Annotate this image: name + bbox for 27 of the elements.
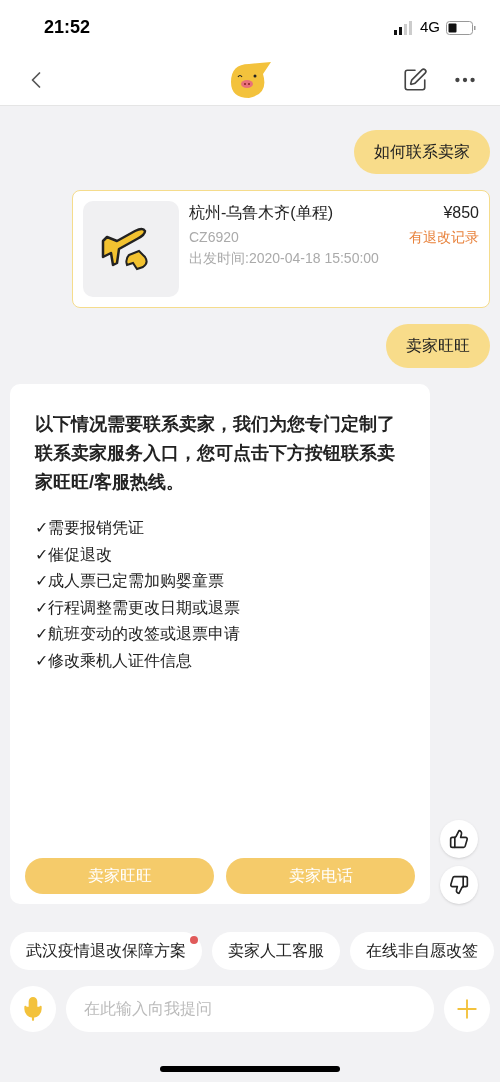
departure-time: 出发时间:2020-04-18 15:50:00 xyxy=(189,249,380,268)
flight-number: CZ6920 xyxy=(189,228,239,247)
question-input[interactable]: 在此输入向我提问 xyxy=(66,986,434,1032)
reason-item: ✓成人票已定需加购婴童票 xyxy=(35,571,225,591)
thumbs-down-icon[interactable] xyxy=(440,866,478,904)
pig-logo-icon xyxy=(229,60,273,100)
reply-text: 以下情况需要联系卖家，我们为您专门定制了联系卖家服务入口，您可点击下方按钮联系卖家旺旺/客服热线。 xyxy=(33,413,396,494)
message-bubble: 如何联系卖家 xyxy=(354,130,490,174)
network-label: 4G xyxy=(420,17,440,38)
quick-reply-chip[interactable]: 在线非自愿改签 xyxy=(350,932,494,970)
reason-item: ✓航班变动的改签或退票申请 xyxy=(35,624,241,644)
route-text: 杭州-乌鲁木齐(单程) xyxy=(189,203,333,223)
reason-item: ✓行程调整需更改日期或退票 xyxy=(35,597,241,618)
reason-item: ✓需要报销凭证 xyxy=(35,518,145,538)
price-text: ¥850 xyxy=(443,203,479,223)
reason-item: ✓催促退改 xyxy=(35,544,113,565)
order-card[interactable]: 杭州-乌鲁木齐(单程) ¥850 CZ6920 有退改记录 出发时间:2020-04-18 15:50:00 xyxy=(72,190,490,308)
thumbs-up-icon[interactable] xyxy=(440,820,478,858)
refund-note: 有退改记录 xyxy=(409,228,479,247)
message-bubble: 卖家旺旺 xyxy=(386,324,490,368)
status-time: 21:52 xyxy=(44,16,91,39)
edit-icon[interactable] xyxy=(402,67,428,93)
reason-item: ✓修改乘机人证件信息 xyxy=(35,650,193,671)
quick-reply-chip[interactable]: 武汉疫情退改保障方案 xyxy=(10,932,202,970)
quick-reply-chip[interactable]: 卖家人工客服 xyxy=(212,932,340,970)
battery-icon xyxy=(446,20,476,35)
signal-icon xyxy=(394,20,414,35)
